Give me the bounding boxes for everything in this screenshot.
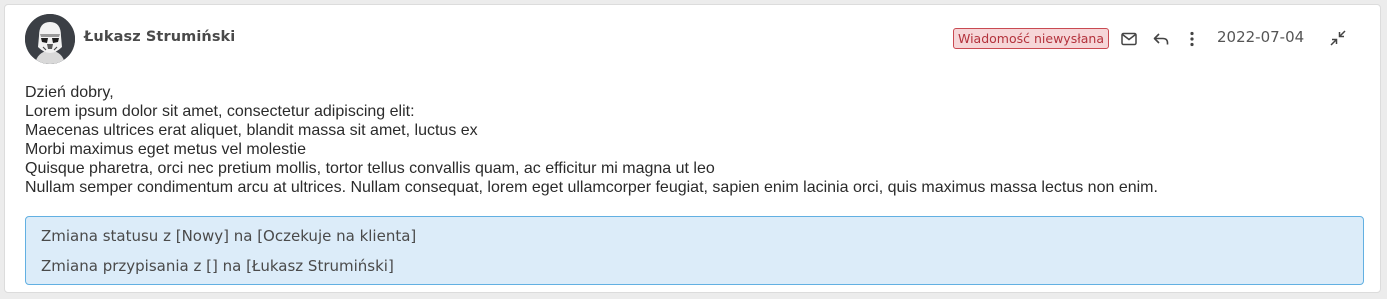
reply-icon[interactable] [1151,29,1171,49]
body-line: Maecenas ultrices erat aliquet, blandit … [25,122,478,139]
body-line: Lorem ipsum dolor sit amet, consectetur … [25,103,415,120]
message-card: Łukasz Strumiński Wiadomość niewysłana 2… [4,4,1381,293]
history-box: Zmiana statusu z [Nowy] na [Oczekuje na … [25,216,1364,285]
status-badge: Wiadomość niewysłana [953,28,1109,49]
body-line: Nullam semper condimentum arcu at ultric… [25,179,1158,196]
more-vertical-icon[interactable] [1182,29,1202,49]
body-line: Quisque pharetra, orci nec pretium molli… [25,160,715,177]
stormtrooper-avatar-icon [25,14,75,64]
collapse-icon[interactable] [1328,28,1348,48]
history-status-change: Zmiana statusu z [Nowy] na [Oczekuje na … [41,227,417,245]
history-assignment-change: Zmiana przypisania z [] na [Łukasz Strum… [41,257,394,275]
envelope-icon[interactable] [1119,29,1139,49]
sender-name: Łukasz Strumiński [84,29,236,45]
avatar [25,14,75,64]
body-line: Morbi maximus eget metus vel molestie [25,141,306,158]
body-line: Dzień dobry, [25,84,114,101]
message-date: 2022-07-04 [1217,28,1305,46]
message-body: Dzień dobry, Lorem ipsum dolor sit amet,… [25,83,1365,197]
